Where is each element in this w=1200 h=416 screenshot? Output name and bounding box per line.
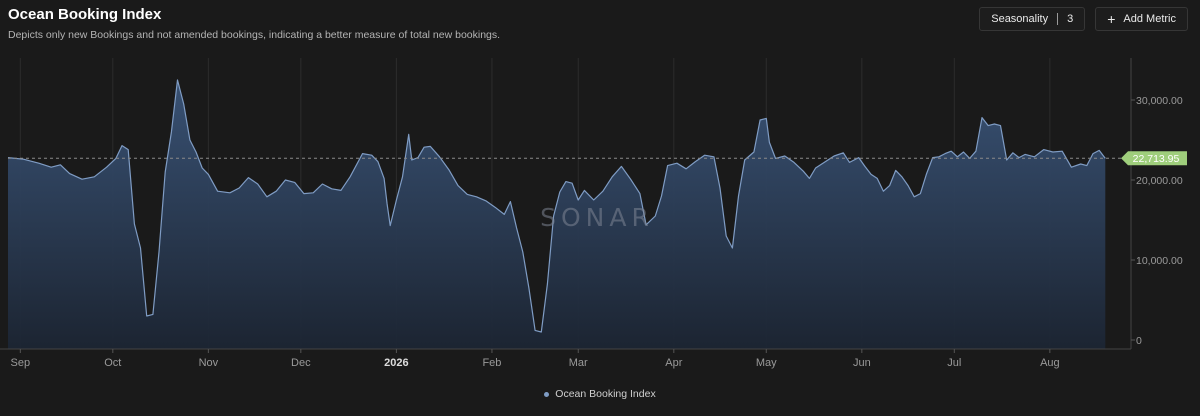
- y-tick-label: 20,000.00: [1136, 175, 1183, 187]
- x-tick-label: Aug: [1040, 357, 1060, 369]
- x-tick-label: May: [756, 357, 777, 369]
- x-tick-label: Nov: [199, 357, 219, 369]
- x-tick-label: Dec: [291, 357, 311, 369]
- ocean-booking-index-chart[interactable]: SONAR 0 10,000.00 20,000.00 30,000.00 Sep Oct…: [0, 0, 1200, 416]
- y-tick-label: 0: [1136, 335, 1142, 347]
- y-tick-label: 30,000.00: [1136, 95, 1183, 107]
- legend-series-marker: [544, 391, 550, 397]
- x-tick-label: Apr: [665, 357, 682, 369]
- y-tick-label: 10,000.00: [1136, 255, 1183, 267]
- x-tick-label: 2026: [384, 357, 408, 369]
- chart-legend[interactable]: Ocean Booking Index: [0, 388, 1200, 400]
- x-tick-label: Feb: [482, 357, 501, 369]
- x-tick-label: Sep: [11, 357, 31, 369]
- x-tick-label: Oct: [104, 357, 121, 369]
- last-value-label: 22,713.95: [1133, 153, 1180, 165]
- x-tick-label: Jul: [947, 357, 961, 369]
- legend-series-label: Ocean Booking Index: [555, 388, 656, 400]
- sonar-watermark: SONAR: [540, 203, 654, 232]
- x-tick-label: Mar: [569, 357, 588, 369]
- x-tick-label: Jun: [853, 357, 871, 369]
